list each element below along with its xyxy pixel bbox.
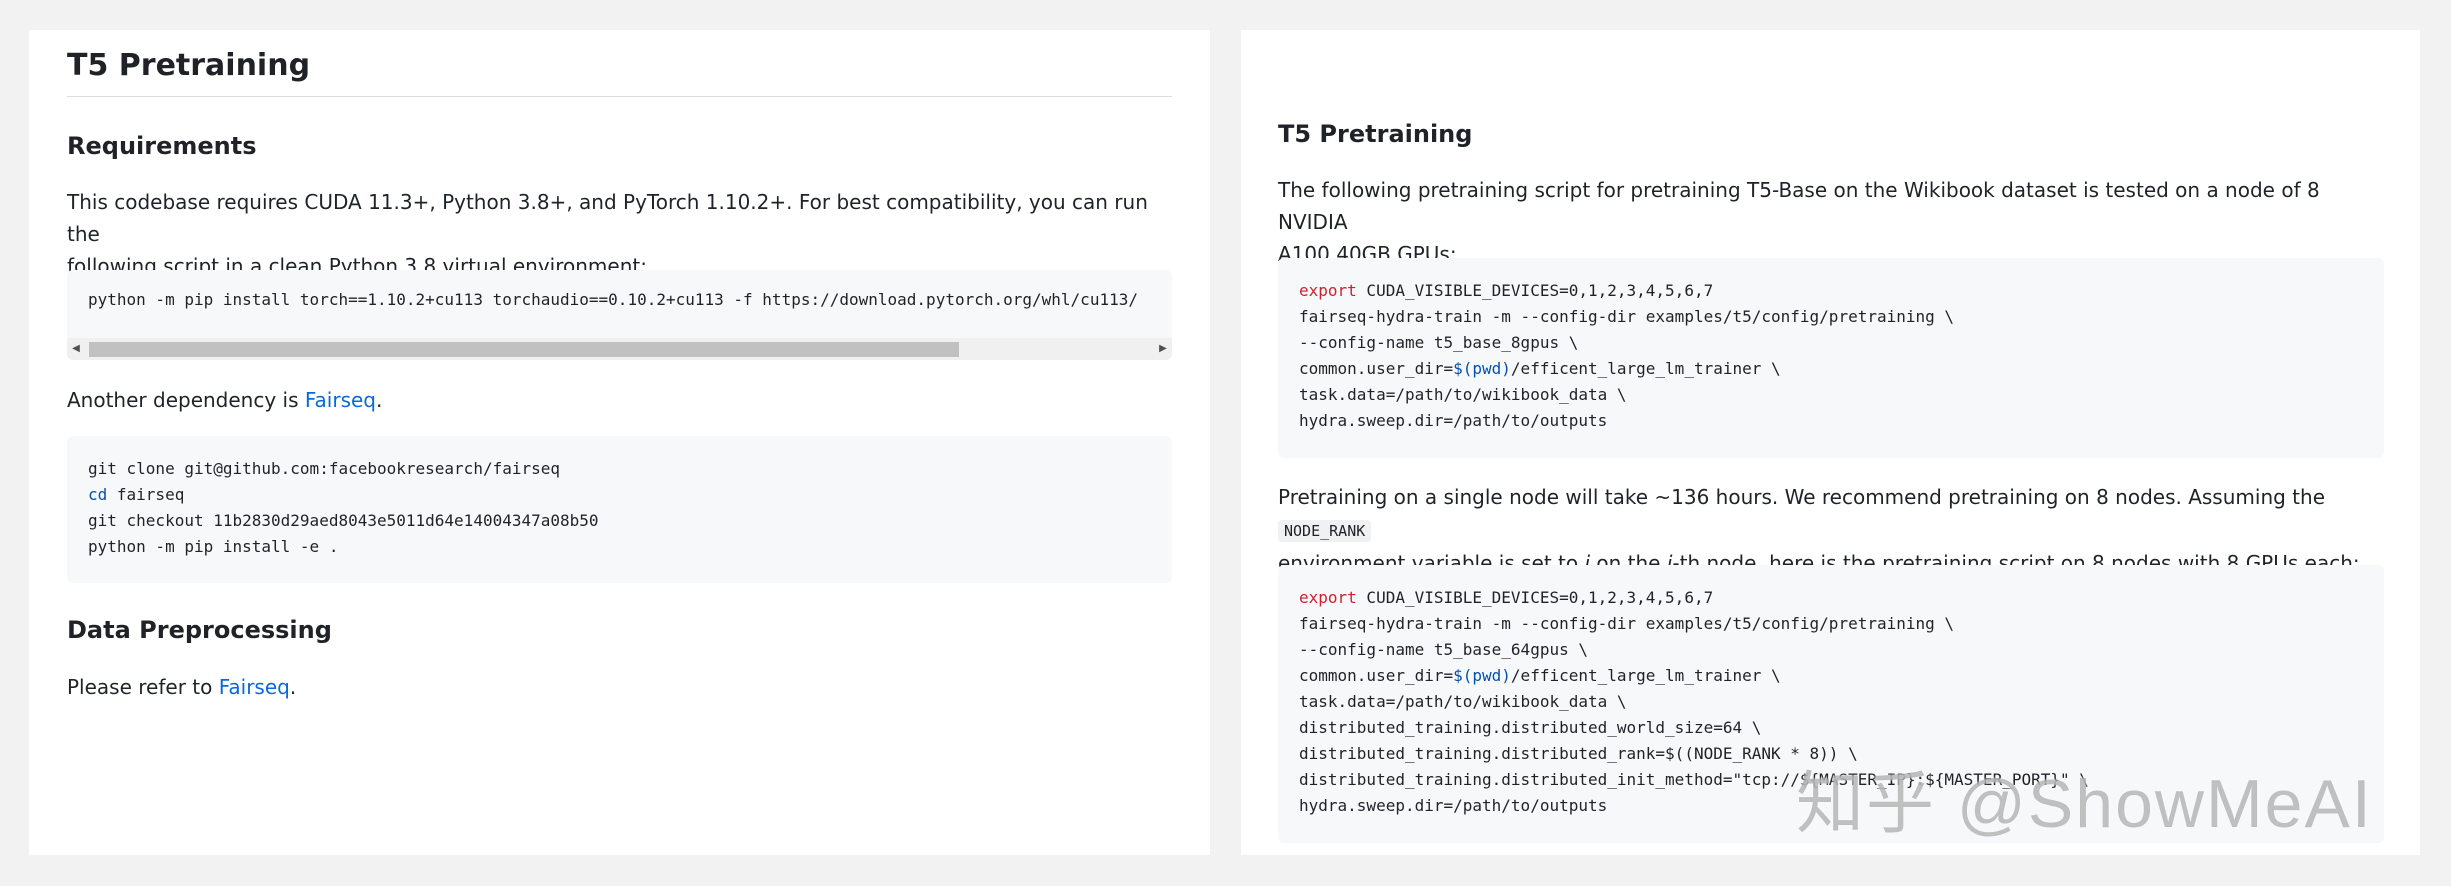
code-text: common.user_dir= — [1299, 359, 1454, 378]
right-readme-panel: T5 Pretraining The following pretraining… — [1241, 30, 2420, 855]
code-line: cd fairseq — [88, 482, 184, 508]
requirements-heading: Requirements — [67, 132, 257, 160]
code-line: fairseq-hydra-train -m --config-dir exam… — [1299, 614, 1955, 633]
data-preprocessing-heading: Data Preprocessing — [67, 616, 332, 644]
code-line: fairseq-hydra-train -m --config-dir exam… — [1299, 307, 1955, 326]
export-keyword: export — [1299, 588, 1357, 607]
preprocessing-paragraph: Please refer to Fairseq. — [67, 671, 296, 703]
dependency-paragraph: Another dependency is Fairseq. — [67, 384, 382, 416]
code-text: /efficent_large_lm_trainer \ — [1510, 359, 1781, 378]
intro-text-line1: The following pretraining script for pre… — [1278, 178, 2320, 234]
code-line: distributed_training.distributed_world_s… — [1299, 718, 1762, 737]
fairseq-link[interactable]: Fairseq — [219, 675, 290, 699]
code-line: python -m pip install -e . — [88, 537, 339, 556]
code-text: CUDA_VISIBLE_DEVICES=0,1,2,3,4,5,6,7 — [1356, 281, 1714, 300]
dependency-text-end: . — [376, 388, 383, 412]
requirements-paragraph: This codebase requires CUDA 11.3+, Pytho… — [67, 186, 1177, 282]
code-text: CUDA_VISIBLE_DEVICES=0,1,2,3,4,5,6,7 — [1356, 588, 1714, 607]
fairseq-link[interactable]: Fairseq — [305, 388, 376, 412]
dependency-text: Another dependency is — [67, 388, 305, 412]
code-line: distributed_training.distributed_rank=$(… — [1299, 744, 1858, 763]
page-title: T5 Pretraining — [67, 48, 311, 83]
cd-keyword: cd — [88, 485, 108, 504]
watermark: 知乎 @ShowMeAI — [1796, 766, 2373, 842]
code-line: --config-name t5_base_8gpus \ — [1299, 333, 1579, 352]
code-text: /efficent_large_lm_trainer \ — [1510, 666, 1781, 685]
code-line: git clone git@github.com:facebookresearc… — [88, 459, 561, 478]
pwd-substitution: $(pwd) — [1453, 666, 1511, 685]
code-line: export CUDA_VISIBLE_DEVICES=0,1,2,3,4,5,… — [1299, 278, 1713, 304]
requirements-text-line1: This codebase requires CUDA 11.3+, Pytho… — [67, 190, 1148, 246]
code-line: task.data=/path/to/wikibook_data \ — [1299, 692, 1627, 711]
fairseq-install-code-block[interactable]: git clone git@github.com:facebookresearc… — [67, 436, 1172, 583]
code-line: common.user_dir=$(pwd)/efficent_large_lm… — [1299, 663, 1781, 689]
t5-pretraining-heading: T5 Pretraining — [1278, 120, 1473, 148]
pwd-substitution: $(pwd) — [1453, 359, 1511, 378]
code-line: git checkout 11b2830d29aed8043e5011d64e1… — [88, 511, 599, 530]
code-line: --config-name t5_base_64gpus \ — [1299, 640, 1588, 659]
code-line: task.data=/path/to/wikibook_data \ — [1299, 385, 1627, 404]
pip-install-code-block[interactable]: python -m pip install torch==1.10.2+cu11… — [67, 270, 1172, 360]
code-text: common.user_dir= — [1299, 666, 1454, 685]
title-divider — [67, 96, 1172, 97]
scroll-thumb[interactable] — [89, 342, 959, 357]
scroll-right-icon[interactable]: ▶ — [1154, 338, 1172, 360]
code-line: hydra.sweep.dir=/path/to/outputs — [1299, 411, 1608, 430]
code-line: common.user_dir=$(pwd)/efficent_large_lm… — [1299, 356, 1781, 382]
cd-arg: fairseq — [107, 485, 185, 504]
left-readme-panel: T5 Pretraining Requirements This codebas… — [29, 30, 1210, 855]
preprocessing-text: Please refer to — [67, 675, 219, 699]
export-keyword: export — [1299, 281, 1357, 300]
code-line: hydra.sweep.dir=/path/to/outputs — [1299, 796, 1608, 815]
scroll-left-icon[interactable]: ◀ — [67, 338, 85, 360]
node-rank-inline-code: NODE_RANK — [1278, 520, 1372, 542]
pretraining-intro-paragraph: The following pretraining script for pre… — [1278, 174, 2388, 270]
horizontal-scrollbar[interactable]: ◀ ▶ — [67, 338, 1172, 360]
preprocessing-text-end: . — [289, 675, 297, 699]
multi-node-text-line1: Pretraining on a single node will take ~… — [1278, 485, 2325, 509]
single-node-code-block[interactable]: export CUDA_VISIBLE_DEVICES=0,1,2,3,4,5,… — [1278, 258, 2384, 458]
code-line: python -m pip install torch==1.10.2+cu11… — [88, 290, 1138, 309]
code-line: export CUDA_VISIBLE_DEVICES=0,1,2,3,4,5,… — [1299, 585, 1713, 611]
